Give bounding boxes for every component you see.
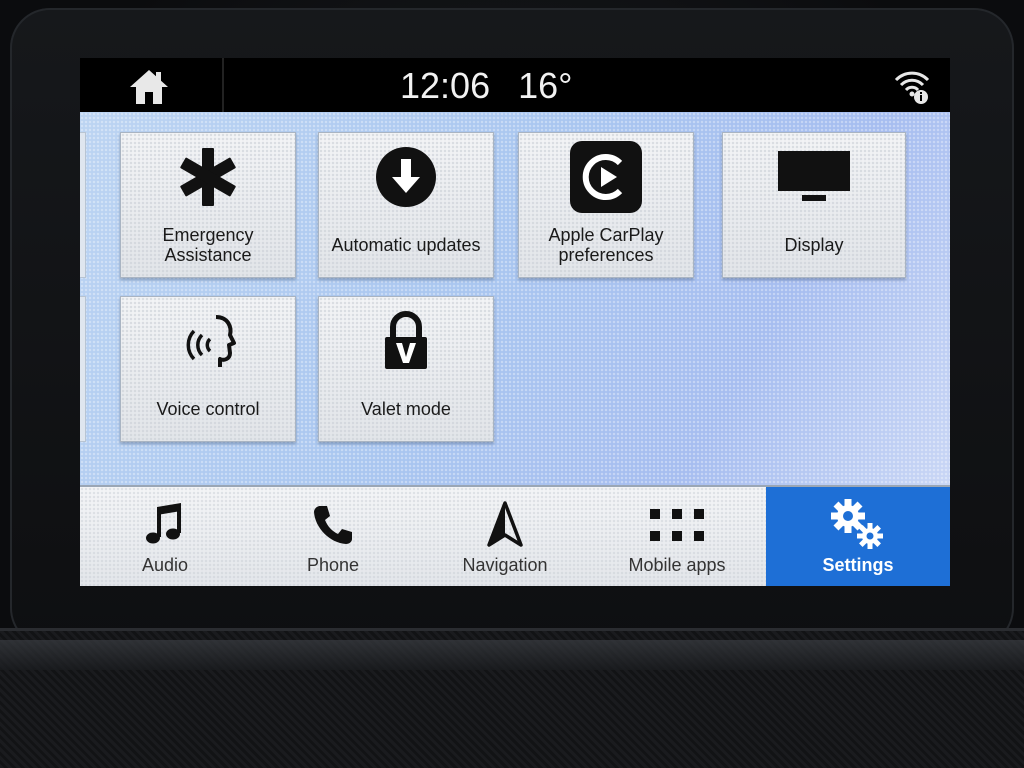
nav-label: Phone [306,555,360,575]
outside-temperature: 16° [518,65,573,106]
navigation-arrow-icon [487,501,523,547]
nav-settings[interactable]: Settings [766,487,950,586]
apps-grid-icon [650,509,704,541]
phone-icon [314,506,352,544]
tile-label: Emergency Assistance [162,225,254,265]
tile-voice-control[interactable]: Voice control [120,296,296,442]
status-divider [222,58,224,112]
bottom-nav-bar: Audio Phone Navigation Mobile apps Setti… [80,485,950,586]
gears-icon [831,499,883,549]
home-button[interactable] [122,66,176,108]
nav-audio[interactable]: Audio [80,487,250,586]
nav-label: Navigation [462,555,548,575]
tile-icon-wrap [121,297,295,385]
tile-label: Display [784,235,844,255]
download-arrow-icon [376,147,436,207]
nav-label: Settings [822,555,894,575]
wifi-info-icon [894,71,930,104]
tile-emergency-assistance[interactable]: Emergency Assistance [120,132,296,278]
chrome-trim-strip [0,640,1024,670]
tile-label: Valet mode [361,399,451,419]
nav-phone[interactable]: Phone [248,487,418,586]
prev-page-tile-edge [80,132,86,278]
prev-page-tile-edge [80,296,86,442]
nav-icon-wrap [141,499,189,551]
wifi-button[interactable] [892,66,932,106]
padlock-v-icon [385,311,427,369]
tile-icon-wrap [121,133,295,221]
nav-icon-wrap [828,499,888,551]
tile-icon-wrap [319,297,493,385]
asterisk-icon [180,148,236,206]
tile-icon-wrap [319,133,493,221]
home-icon [130,70,168,104]
monitor-icon [778,151,850,201]
tile-apple-carplay-preferences[interactable]: Apple CarPlay preferences [518,132,694,278]
tile-display[interactable]: Display [722,132,906,278]
status-readout: 12:06 16° [400,64,573,108]
infotainment-screen: 12:06 16° Emergency Assistance Automatic… [80,58,950,586]
tile-automatic-updates[interactable]: Automatic updates [318,132,494,278]
nav-icon-wrap [310,499,356,551]
nav-icon-wrap [648,499,706,551]
settings-grid-area: Emergency Assistance Automatic updates A… [80,112,950,526]
tile-icon-wrap [519,133,693,221]
carplay-icon [570,141,642,213]
nav-label: Audio [141,555,189,575]
nav-icon-wrap [485,499,525,551]
tile-valet-mode[interactable]: Valet mode [318,296,494,442]
music-note-icon [146,503,181,544]
tile-label: Voice control [156,399,260,419]
nav-label: Mobile apps [628,555,726,575]
nav-navigation[interactable]: Navigation [420,487,590,586]
tile-icon-wrap [723,133,905,221]
clock-time: 12:06 [400,65,491,106]
status-bar: 12:06 16° [80,58,950,112]
voice-icon [186,315,236,367]
tile-label: Apple CarPlay preferences [548,225,664,265]
tile-label: Automatic updates [331,235,481,255]
nav-mobile-apps[interactable]: Mobile apps [592,487,762,586]
